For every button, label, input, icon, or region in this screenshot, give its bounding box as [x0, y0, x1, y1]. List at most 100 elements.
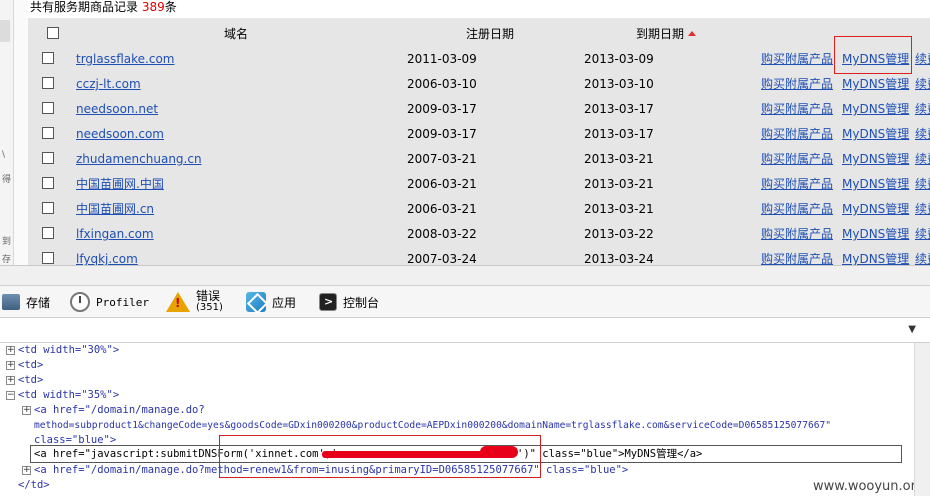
table-row: zhudamenchuang.cn 2007-03-21 2013-03-21 … — [0, 146, 930, 171]
buy-addon-link[interactable]: 购买附属产品 — [761, 76, 833, 92]
row-checkbox[interactable] — [42, 152, 54, 164]
source-line[interactable]: </td> — [18, 478, 50, 493]
expand-icon[interactable]: + — [6, 376, 15, 385]
renew-link[interactable]: 续费 — [915, 51, 930, 67]
mydns-manage-link[interactable]: MyDNS管理 — [842, 151, 909, 167]
domain-link[interactable]: zhudamenchuang.cn — [76, 151, 202, 167]
table-row: 中国苗圃网.中国 2006-03-21 2013-03-21 购买附属产品 My… — [0, 171, 930, 196]
record-summary: 共有服务期商品记录 389条 — [30, 0, 177, 16]
tab-console[interactable]: 控制台 — [319, 290, 379, 314]
select-all-checkbox[interactable] — [47, 27, 59, 39]
buy-addon-link[interactable]: 购买附属产品 — [761, 151, 833, 167]
console-icon — [319, 293, 337, 311]
registration-date: 2009-03-17 — [407, 127, 477, 141]
expiration-date: 2013-03-21 — [584, 177, 654, 191]
table-row: needsoon.net 2009-03-17 2013-03-17 购买附属产… — [0, 96, 930, 121]
source-scrollbar[interactable] — [914, 343, 930, 496]
row-checkbox[interactable] — [42, 227, 54, 239]
record-count: 389 — [141, 0, 165, 14]
row-checkbox[interactable] — [42, 177, 54, 189]
frame-select[interactable]: ▼ — [0, 319, 930, 343]
domain-link[interactable]: trglassflake.com — [76, 51, 175, 67]
registration-date: 2008-03-22 — [407, 227, 477, 241]
summary-suffix: 条 — [164, 0, 177, 14]
renew-link[interactable]: 续费 — [915, 251, 930, 265]
row-checkbox[interactable] — [42, 102, 54, 114]
row-checkbox[interactable] — [42, 202, 54, 214]
mydns-manage-link[interactable]: MyDNS管理 — [842, 201, 909, 217]
html-source-tree: + <td width="30%"> + <td> + <td> − <td w… — [0, 343, 930, 496]
buy-addon-link[interactable]: 购买附属产品 — [761, 226, 833, 242]
collapse-icon[interactable]: − — [6, 391, 15, 400]
mydns-highlight-box — [834, 36, 912, 74]
expiration-date: 2013-03-09 — [584, 52, 654, 66]
tab-console-label: 控制台 — [343, 295, 380, 310]
row-checkbox[interactable] — [42, 127, 54, 139]
domain-link[interactable]: cczj-lt.com — [76, 76, 141, 92]
renew-link[interactable]: 续费 — [915, 151, 930, 167]
watermark: www.wooyun.org — [812, 479, 924, 494]
table-row: needsoon.com 2009-03-17 2013-03-17 购买附属产… — [0, 121, 930, 146]
expand-icon[interactable]: + — [6, 346, 15, 355]
domain-link[interactable]: 中国苗圃网.中国 — [76, 176, 164, 192]
expiration-date: 2013-03-21 — [584, 152, 654, 166]
expiration-date: 2013-03-22 — [584, 227, 654, 241]
source-line[interactable]: method=subproduct1&changeCode=yes&goodsC… — [34, 418, 831, 433]
summary-prefix: 共有服务期商品记录 — [30, 0, 139, 14]
stopwatch-icon — [70, 292, 90, 312]
domain-link[interactable]: lfyqkj.com — [76, 251, 138, 265]
row-checkbox[interactable] — [42, 52, 54, 64]
expand-icon[interactable]: + — [22, 466, 31, 475]
renew-link[interactable]: 续费 — [915, 201, 930, 217]
source-line[interactable]: <a href="/domain/manage.do? — [34, 403, 205, 418]
renew-link[interactable]: 续费 — [915, 176, 930, 192]
mydns-manage-link[interactable]: MyDNS管理 — [842, 176, 909, 192]
source-line[interactable]: <td> — [18, 373, 43, 388]
tab-apps-label: 应用 — [272, 295, 297, 310]
expiration-date: 2013-03-17 — [584, 127, 654, 141]
errors-label-group: 错误 (351) — [196, 290, 223, 313]
row-checkbox[interactable] — [42, 77, 54, 89]
mydns-manage-link[interactable]: MyDNS管理 — [842, 76, 909, 92]
domain-link[interactable]: lfxingan.com — [76, 226, 154, 242]
web-page-area: \ 得 到 存 共有服务期商品记录 389条 域名 注册日期 到期日期 trgl… — [0, 0, 930, 265]
expand-icon[interactable]: + — [22, 406, 31, 415]
renew-link[interactable]: 续费 — [915, 76, 930, 92]
tab-profiler[interactable]: Profiler — [70, 290, 149, 314]
left-strip-tab[interactable] — [0, 20, 10, 42]
mydns-manage-link[interactable]: MyDNS管理 — [842, 101, 909, 117]
code-highlight-box — [219, 435, 541, 478]
mydns-manage-link[interactable]: MyDNS管理 — [842, 251, 909, 265]
source-line[interactable]: <td width="35%"> — [18, 388, 119, 403]
buy-addon-link[interactable]: 购买附属产品 — [761, 101, 833, 117]
warning-icon — [166, 292, 190, 312]
exp-date-header-label: 到期日期 — [636, 27, 685, 41]
expand-icon[interactable]: + — [6, 361, 15, 370]
domain-link[interactable]: needsoon.net — [76, 101, 158, 117]
row-checkbox[interactable] — [42, 252, 54, 264]
domain-link[interactable]: needsoon.com — [76, 126, 164, 142]
app-icon — [246, 292, 266, 312]
tab-apps[interactable]: 应用 — [246, 290, 296, 314]
renew-link[interactable]: 续费 — [915, 226, 930, 242]
mydns-manage-link[interactable]: MyDNS管理 — [842, 226, 909, 242]
buy-addon-link[interactable]: 购买附属产品 — [761, 51, 833, 67]
buy-addon-link[interactable]: 购买附属产品 — [761, 176, 833, 192]
renew-link[interactable]: 续费 — [915, 126, 930, 142]
renew-link[interactable]: 续费 — [915, 101, 930, 117]
tab-errors[interactable]: 错误 (351) — [166, 290, 223, 314]
table-row: lfxingan.com 2008-03-22 2013-03-22 购买附属产… — [0, 221, 930, 246]
column-header-exp-date[interactable]: 到期日期 — [636, 26, 697, 42]
source-line[interactable]: <td width="30%"> — [18, 343, 119, 358]
buy-addon-link[interactable]: 购买附属产品 — [761, 201, 833, 217]
buy-addon-link[interactable]: 购买附属产品 — [761, 126, 833, 142]
devtools-splitter[interactable] — [0, 265, 930, 286]
domain-link[interactable]: 中国苗圃网.cn — [76, 201, 154, 217]
mydns-manage-link[interactable]: MyDNS管理 — [842, 126, 909, 142]
buy-addon-link[interactable]: 购买附属产品 — [761, 251, 833, 265]
chevron-down-icon[interactable]: ▼ — [908, 324, 916, 335]
tab-storage-label: 存储 — [26, 295, 51, 310]
storage-icon — [2, 294, 20, 310]
tab-storage[interactable]: 存储 — [2, 290, 50, 314]
source-line[interactable]: <td> — [18, 358, 43, 373]
